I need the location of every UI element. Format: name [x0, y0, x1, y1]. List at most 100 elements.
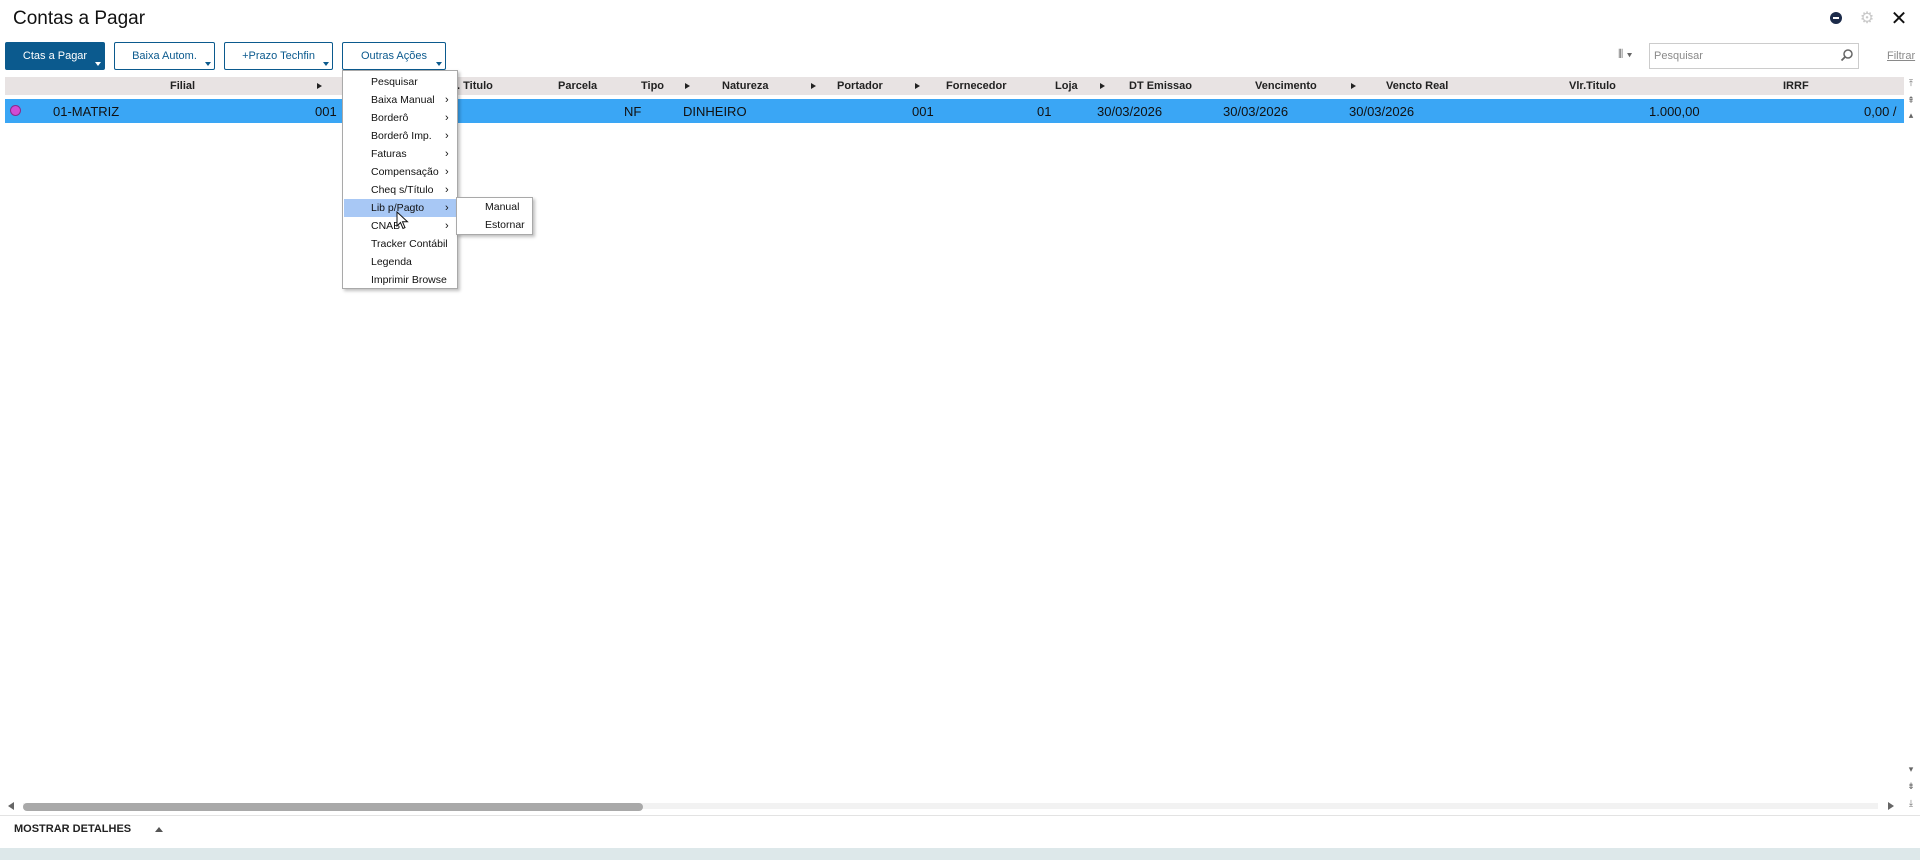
chevron-right-icon: ›	[445, 130, 449, 142]
chevron-right-icon: ›	[445, 166, 449, 178]
menu-item-bordero[interactable]: Borderô ›	[344, 109, 456, 127]
menu-item-label: Baixa Manual	[371, 94, 435, 106]
menu-item-label: Cheq s/Título	[371, 184, 434, 196]
column-expand-icon[interactable]	[317, 83, 322, 89]
column-header-dt-emissao[interactable]: DT Emissao	[1129, 80, 1192, 92]
menu-item-pesquisar[interactable]: Pesquisar	[344, 73, 456, 91]
menu-item-bordero-imp[interactable]: Borderô Imp. ›	[344, 127, 456, 145]
ctas-a-pagar-label: Ctas a Pagar	[22, 50, 88, 62]
cell-loja: 01	[1037, 104, 1052, 119]
submenu-item-manual[interactable]: Manual	[485, 201, 519, 213]
chevron-down-icon[interactable]	[95, 62, 101, 66]
close-icon[interactable]: ✕	[1890, 9, 1908, 29]
chevron-down-icon[interactable]	[205, 62, 211, 66]
cell-prefixo: 001	[315, 104, 337, 119]
chevron-right-icon: ›	[445, 148, 449, 160]
cell-tipo: NF	[624, 104, 642, 119]
column-header-fornecedor[interactable]: Fornecedor	[946, 80, 1007, 92]
submenu-item-estornar[interactable]: Estornar	[485, 219, 525, 231]
menu-item-compensacao[interactable]: Compensação ›	[344, 163, 456, 181]
baixa-autom-button[interactable]: Baixa Autom.	[114, 42, 215, 70]
column-header-filial[interactable]: Filial	[170, 80, 195, 92]
cell-natureza: DINHEIRO	[683, 104, 747, 119]
outras-acoes-menu: Pesquisar Baixa Manual › Borderô › Borderô…	[342, 70, 458, 289]
column-header-portador[interactable]: Portador	[837, 80, 883, 92]
contas-a-pagar-window: Contas a Pagar ⚙ ✕ Ctas a Pagar Baixa Au…	[0, 0, 1920, 848]
details-bar[interactable]: MOSTRAR DETALHES	[0, 815, 1920, 842]
horizontal-scrollbar[interactable]	[5, 800, 1903, 812]
outras-acoes-label: Outras Ações	[360, 50, 428, 62]
expand-up-icon[interactable]	[155, 827, 163, 832]
vertical-scrollbar[interactable]: ⤒ ⇞ ▴ ▾ ⇟ ⤓	[1904, 77, 1918, 812]
show-details-label[interactable]: MOSTRAR DETALHES	[14, 823, 131, 835]
column-header-vlr-titulo[interactable]: Vlr.Titulo	[1569, 80, 1616, 92]
chevron-down-icon[interactable]	[436, 62, 442, 66]
column-header-tipo[interactable]: Tipo	[641, 80, 664, 92]
menu-item-baixa-manual[interactable]: Baixa Manual ›	[344, 91, 456, 109]
outras-acoes-button[interactable]: Outras Ações	[342, 42, 446, 70]
chevron-right-icon: ›	[445, 112, 449, 124]
menu-item-label: Borderô Imp.	[371, 130, 432, 142]
chevron-down-icon[interactable]	[323, 62, 329, 66]
prazo-techfin-button[interactable]: +Prazo Techfin	[224, 42, 333, 70]
scroll-up-icon[interactable]: ▴	[1905, 109, 1917, 121]
column-header-loja[interactable]: Loja	[1055, 80, 1078, 92]
menu-item-cheq-s-titulo[interactable]: Cheq s/Título ›	[344, 181, 456, 199]
scroll-page-down-icon[interactable]: ⇟	[1905, 780, 1917, 792]
baixa-autom-label: Baixa Autom.	[132, 50, 197, 62]
chevron-right-icon: ›	[445, 184, 449, 196]
column-expand-icon[interactable]	[1100, 83, 1105, 89]
menu-item-label: Compensação	[371, 166, 439, 178]
prazo-techfin-label: +Prazo Techfin	[242, 50, 315, 62]
scroll-page-up-icon[interactable]: ⇞	[1905, 94, 1917, 106]
chevron-right-icon: ›	[445, 202, 449, 214]
column-expand-icon[interactable]	[915, 83, 920, 89]
chevron-right-icon: ›	[445, 94, 449, 106]
column-expand-icon[interactable]	[685, 83, 690, 89]
column-expand-icon[interactable]	[1351, 83, 1356, 89]
lib-p-pagto-submenu: Manual Estornar	[456, 197, 533, 235]
cell-fornecedor: 001	[912, 104, 934, 119]
minimize-icon[interactable]	[1827, 10, 1845, 28]
column-expand-icon[interactable]	[811, 83, 816, 89]
menu-item-faturas[interactable]: Faturas ›	[344, 145, 456, 163]
menu-item-imprimir-browse[interactable]: Imprimir Browse	[344, 271, 456, 289]
ctas-a-pagar-button[interactable]: Ctas a Pagar	[5, 42, 105, 70]
column-header-vencto-real[interactable]: Vencto Real	[1386, 80, 1448, 92]
status-legend-icon	[10, 105, 21, 116]
cell-dt-emissao: 30/03/2026	[1097, 104, 1163, 119]
column-header-parcela[interactable]: Parcela	[558, 80, 597, 92]
settings-icon[interactable]: ⚙	[1858, 10, 1876, 28]
cell-vencimento: 30/03/2026	[1223, 104, 1289, 119]
scroll-thumb[interactable]	[23, 803, 643, 811]
search-icon[interactable]	[1840, 48, 1854, 62]
menu-item-label: Faturas	[371, 148, 407, 160]
column-header-irrf[interactable]: IRRF	[1783, 80, 1809, 92]
column-header-vencimento[interactable]: Vencimento	[1255, 80, 1317, 92]
column-header-natureza[interactable]: Natureza	[722, 80, 768, 92]
menu-item-label: Borderô	[371, 112, 409, 124]
scroll-down-icon[interactable]: ▾	[1905, 763, 1917, 775]
menu-item-label: Pesquisar	[371, 76, 418, 88]
scroll-left-icon[interactable]	[8, 802, 14, 810]
taskbar-strip	[0, 848, 1920, 860]
page-title: Contas a Pagar	[13, 8, 146, 29]
menu-item-label: Tracker Contábil	[371, 238, 448, 250]
search-input[interactable]	[1649, 43, 1859, 69]
view-columns-icon[interactable]: ⦀ ▾	[1618, 47, 1646, 65]
scroll-right-icon[interactable]	[1888, 802, 1894, 810]
cell-irrf: 0,00 /	[1864, 104, 1897, 119]
column-header-titulo[interactable]: . Titulo	[457, 80, 493, 92]
cell-vencto-real: 30/03/2026	[1349, 104, 1415, 119]
chevron-right-icon: ›	[445, 220, 449, 232]
table-row[interactable]: 01-MATRIZ 001 NF DINHEIRO 001 01 30/03/2…	[5, 99, 1904, 123]
cell-vlr-titulo: 1.000,00	[1649, 104, 1700, 119]
menu-item-label: Imprimir Browse	[371, 274, 447, 286]
menu-item-tracker-contabil[interactable]: Tracker Contábil	[344, 235, 456, 253]
mouse-cursor-icon	[396, 211, 409, 230]
scroll-top-icon[interactable]: ⤒	[1905, 77, 1917, 89]
scroll-bottom-icon[interactable]: ⤓	[1905, 797, 1917, 809]
filter-link[interactable]: Filtrar	[1887, 50, 1915, 62]
grid-header: Filial . Titulo Parcela Tipo Natureza Po…	[5, 77, 1904, 95]
menu-item-legenda[interactable]: Legenda	[344, 253, 456, 271]
